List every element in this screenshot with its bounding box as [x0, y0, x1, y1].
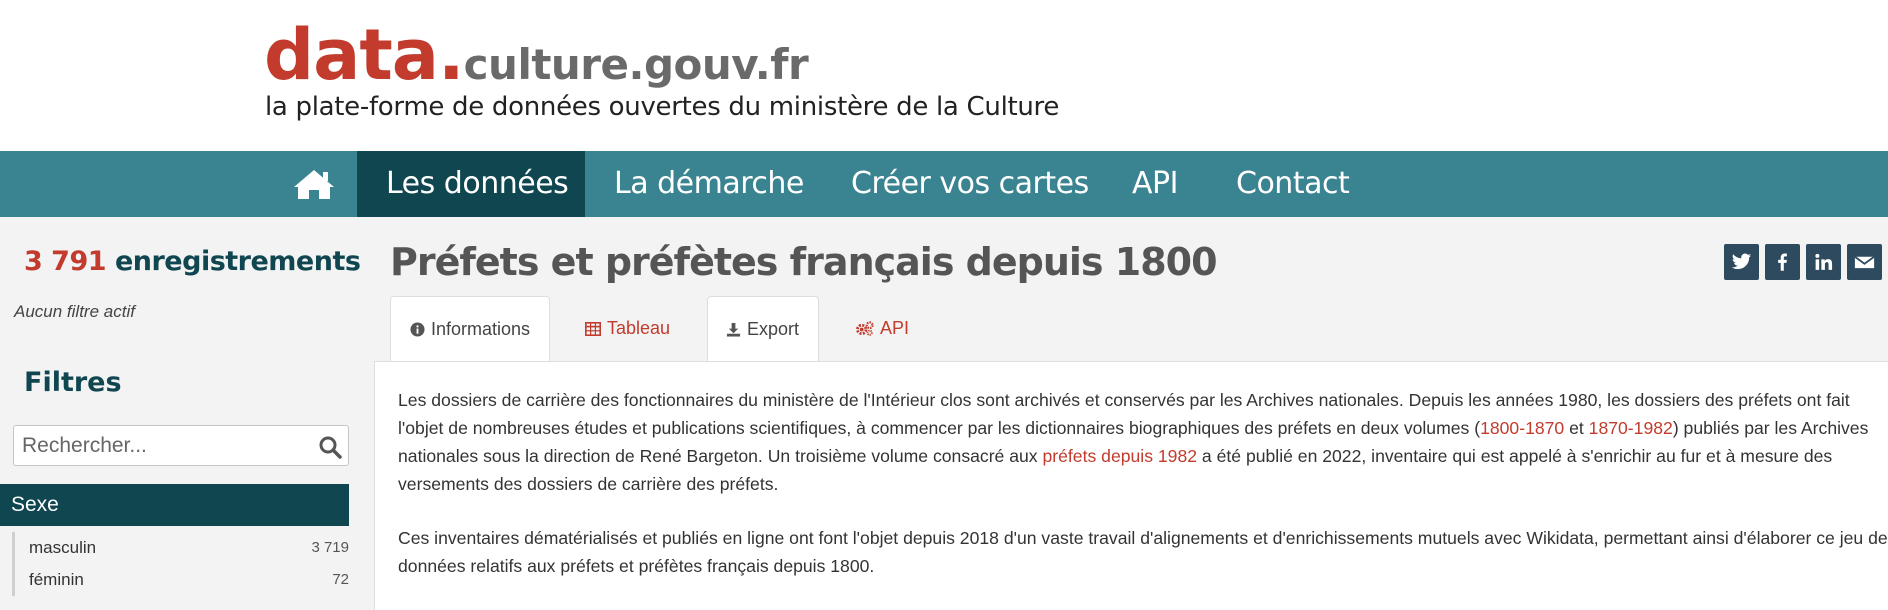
logo-domain: culture.gouv.fr: [463, 40, 809, 89]
link-prefets-depuis-1982[interactable]: préfets depuis 1982: [1042, 446, 1197, 466]
filter-search-box: [13, 425, 349, 466]
site-tagline: la plate-forme de données ouvertes du mi…: [265, 92, 1060, 122]
facet-item-count: 72: [332, 571, 349, 588]
facebook-icon: [1778, 253, 1787, 271]
share-twitter-button[interactable]: [1724, 244, 1759, 280]
nav-api[interactable]: API: [1132, 151, 1178, 217]
nav-les-donnees[interactable]: Les données: [357, 151, 585, 217]
record-count-label: enregistrements: [114, 246, 361, 277]
share-facebook-button[interactable]: [1765, 244, 1800, 280]
link-1870-1982[interactable]: 1870-1982: [1589, 418, 1673, 438]
tab-export[interactable]: Export: [707, 296, 819, 362]
filter-search-input[interactable]: [22, 426, 302, 465]
link-1800-1870[interactable]: 1800-1870: [1480, 418, 1564, 438]
facet-item-label: féminin: [29, 570, 84, 589]
table-icon: [585, 322, 601, 336]
facet-sexe-list: masculin 3 719 féminin 72: [12, 532, 349, 596]
site-header: data.culture.gouv.fr la plate-forme de d…: [0, 0, 1888, 151]
share-linkedin-button[interactable]: [1806, 244, 1841, 280]
tab-label: Tableau: [607, 318, 671, 338]
linkedin-icon: [1815, 253, 1833, 270]
cogs-icon: [856, 321, 874, 336]
text-segment: et: [1564, 418, 1589, 438]
active-filters-status: Aucun filtre actif: [14, 302, 135, 321]
site-logo[interactable]: data.culture.gouv.fr: [264, 14, 809, 96]
logo-main: data.: [264, 14, 465, 96]
description-paragraph-2: Ces inventaires dématérialisés et publié…: [398, 528, 1888, 576]
tab-tableau[interactable]: Tableau: [585, 296, 670, 362]
facet-item-label: masculin: [29, 538, 97, 557]
record-count-number: 3 791: [24, 246, 107, 277]
nav-home[interactable]: [292, 168, 336, 199]
facet-item-count: 3 719: [311, 539, 349, 556]
tab-informations[interactable]: Informations: [390, 296, 550, 362]
facet-item-feminin[interactable]: féminin 72: [15, 564, 349, 596]
main-nav: Les données La démarche Créer vos cartes…: [0, 151, 1888, 217]
share-email-button[interactable]: [1847, 244, 1882, 280]
nav-contact[interactable]: Contact: [1236, 151, 1350, 217]
nav-la-demarche[interactable]: La démarche: [614, 151, 804, 217]
email-icon: [1854, 256, 1875, 269]
facet-sexe-heading[interactable]: Sexe: [0, 484, 349, 526]
info-panel: Les dossiers de carrière des fonctionnai…: [374, 361, 1888, 610]
filters-heading: Filtres: [24, 367, 122, 398]
tab-api[interactable]: API: [855, 296, 909, 362]
description-paragraph: Les dossiers de carrière des fonctionnai…: [398, 386, 1888, 498]
info-circle-icon: [410, 322, 425, 337]
tab-label: Export: [747, 319, 800, 339]
download-icon: [726, 322, 741, 337]
home-icon: [294, 170, 334, 199]
record-count: 3 791 enregistrements: [24, 246, 361, 277]
search-icon[interactable]: [318, 435, 342, 459]
tab-label: Informations: [431, 319, 531, 339]
page-title: Préfets et préfètes français depuis 1800: [390, 240, 1218, 284]
tab-label: API: [880, 318, 910, 338]
twitter-icon: [1731, 253, 1752, 270]
facet-item-masculin[interactable]: masculin 3 719: [15, 532, 349, 564]
nav-creer-cartes[interactable]: Créer vos cartes: [851, 151, 1089, 217]
